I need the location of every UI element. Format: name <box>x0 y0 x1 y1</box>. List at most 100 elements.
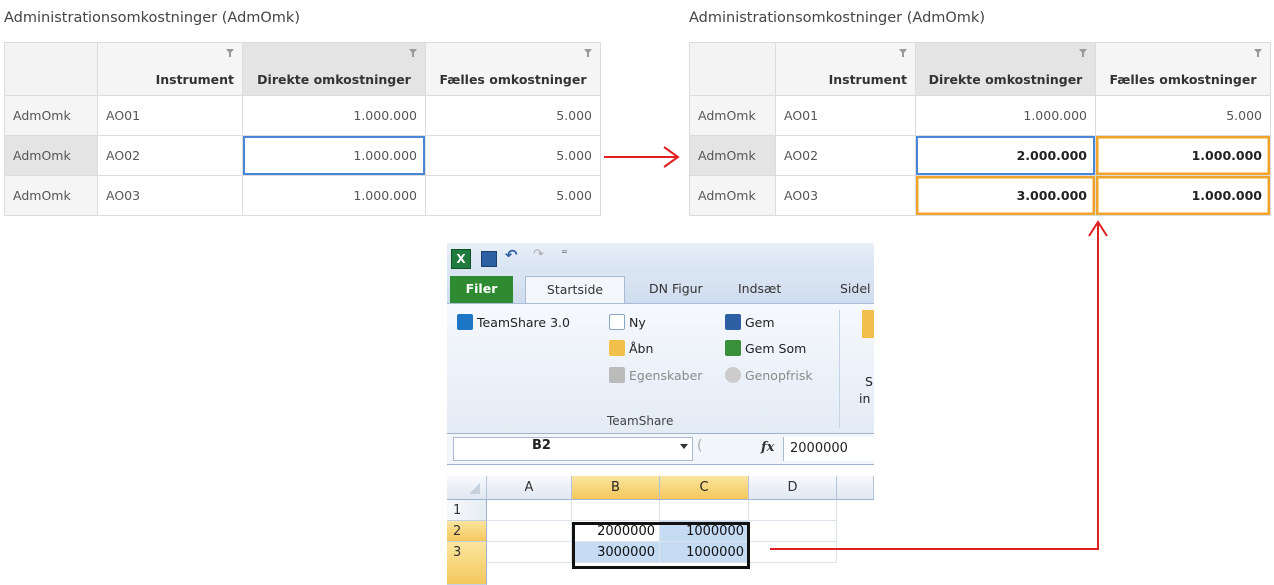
tab-indsaet[interactable]: Indsæt <box>738 281 781 296</box>
faelles-cell[interactable]: 5.000 <box>425 175 601 216</box>
filter-icon[interactable] <box>226 49 234 57</box>
formula-input[interactable]: 2000000 <box>783 437 874 461</box>
ny-label: Ny <box>629 315 646 330</box>
ribbon: TeamShare 3.0 Ny Gem Åbn Gem Som Egenska… <box>447 303 874 434</box>
cell-d3[interactable] <box>749 542 837 563</box>
instrument-cell[interactable]: AO03 <box>97 175 243 216</box>
before-panel-title: Administrationsomkostninger (AdmOmk) <box>4 10 300 26</box>
worksheet: A B C D 1 2 3 2000000 1000000 3000000 10… <box>447 465 874 585</box>
before-header-instrument[interactable]: Instrument <box>97 42 243 96</box>
direkte-cell[interactable]: 1.000.000 <box>242 175 426 216</box>
tab-filer[interactable]: Filer <box>450 276 513 303</box>
row-label: AdmOmk <box>689 135 776 176</box>
aabn-label: Åbn <box>629 341 654 356</box>
redo-icon[interactable]: ↷ <box>533 247 544 265</box>
properties-icon <box>609 367 625 383</box>
filter-icon[interactable] <box>584 49 592 57</box>
row-header-1[interactable]: 1 <box>447 500 487 521</box>
cell-b1[interactable] <box>572 500 660 521</box>
instrument-cell[interactable]: AO02 <box>775 135 916 176</box>
column-header-d[interactable]: D <box>749 476 837 500</box>
cell-a1[interactable] <box>487 500 572 521</box>
direkte-cell[interactable]: 1.000.000 <box>915 95 1096 136</box>
before-header-faelles[interactable]: Fælles omkostninger <box>425 42 601 96</box>
row-header-3[interactable]: 3 <box>447 542 487 585</box>
tab-startside[interactable]: Startside <box>525 276 625 303</box>
name-box[interactable] <box>453 437 693 461</box>
instrument-cell[interactable]: AO03 <box>775 175 916 216</box>
after-header-direkte[interactable]: Direkte omkostninger <box>915 42 1096 96</box>
ny-button[interactable]: Ny <box>609 314 646 330</box>
column-header-b[interactable]: B <box>572 476 660 500</box>
table-row: AdmOmk AO03 1.000.000 5.000 <box>4 175 601 216</box>
teamshare-label: TeamShare 3.0 <box>477 315 570 330</box>
cell-a3[interactable] <box>487 542 572 563</box>
save-icon <box>725 314 741 330</box>
genopfrisk-label: Genopfrisk <box>745 368 813 383</box>
faelles-cell[interactable]: 5.000 <box>1095 95 1271 136</box>
table-row: AdmOmk AO03 3.000.000 1.000.000 <box>689 175 1271 216</box>
row-label: AdmOmk <box>4 95 98 136</box>
aabn-button[interactable]: Åbn <box>609 340 653 356</box>
before-header-row: Instrument Direkte omkostninger Fælles o… <box>4 42 601 96</box>
undo-icon[interactable]: ↶ <box>505 246 518 264</box>
instrument-cell[interactable]: AO02 <box>97 135 243 176</box>
quick-access-toolbar: X ↶ ↷ ⁼ <box>447 243 874 273</box>
cut-off-ribbon-icon[interactable] <box>862 310 874 338</box>
faelles-cell[interactable]: 5.000 <box>425 95 601 136</box>
fx-icon[interactable]: fx <box>761 440 774 455</box>
faelles-cell-changed[interactable]: 1.000.000 <box>1095 175 1271 216</box>
cell-a2[interactable] <box>487 521 572 542</box>
direkte-cell-changed[interactable]: 3.000.000 <box>915 175 1096 216</box>
filter-icon[interactable] <box>1079 49 1087 57</box>
faelles-cell-changed[interactable]: 1.000.000 <box>1095 135 1271 176</box>
table-row: AdmOmk AO02 1.000.000 5.000 <box>4 135 601 176</box>
excel-logo-icon[interactable]: X <box>451 249 471 269</box>
save-as-icon <box>725 340 741 356</box>
filter-icon[interactable] <box>899 49 907 57</box>
after-corner-cell <box>689 42 776 96</box>
excel-window: X ↶ ↷ ⁼ Filer Startside DN Figur Indsæt … <box>447 243 874 585</box>
direkte-cell-selected[interactable]: 1.000.000 <box>242 135 426 176</box>
formula-bar: B2 ( fx 2000000 <box>447 433 874 465</box>
new-document-icon <box>609 314 625 330</box>
gem-button[interactable]: Gem <box>725 314 775 330</box>
select-all-corner[interactable] <box>447 476 487 500</box>
cell-c1[interactable] <box>660 500 749 521</box>
direkte-cell[interactable]: 1.000.000 <box>242 95 426 136</box>
column-header-a[interactable]: A <box>487 476 572 500</box>
gem-som-button[interactable]: Gem Som <box>725 340 806 356</box>
instrument-cell[interactable]: AO01 <box>97 95 243 136</box>
name-box-dropdown-icon[interactable] <box>680 444 688 449</box>
direkte-cell-selected[interactable]: 2.000.000 <box>915 135 1096 176</box>
filter-icon[interactable] <box>1254 49 1262 57</box>
instrument-cell[interactable]: AO01 <box>775 95 916 136</box>
tab-dn-figur[interactable]: DN Figur <box>649 281 703 296</box>
cut-off-label-1: S <box>865 374 873 389</box>
selection-range-box <box>572 522 750 569</box>
before-corner-cell <box>4 42 98 96</box>
genopfrisk-button[interactable]: Genopfrisk <box>725 367 813 383</box>
column-header-c[interactable]: C <box>660 476 749 500</box>
cell-d2[interactable] <box>749 521 837 542</box>
cell-d1[interactable] <box>749 500 837 521</box>
customize-toolbar-icon[interactable]: ⁼ <box>561 247 568 265</box>
filter-icon[interactable] <box>409 49 417 57</box>
teamshare-button[interactable]: TeamShare 3.0 <box>457 314 570 330</box>
after-header-faelles[interactable]: Fælles omkostninger <box>1095 42 1271 96</box>
column-header-e[interactable] <box>837 476 874 500</box>
before-grid: Instrument Direkte omkostninger Fælles o… <box>4 42 601 216</box>
egenskaber-button[interactable]: Egenskaber <box>609 367 702 383</box>
row-header-2[interactable]: 2 <box>447 521 487 542</box>
save-icon[interactable] <box>481 251 497 267</box>
ribbon-separator <box>839 310 840 428</box>
name-box-value: B2 <box>532 438 551 453</box>
cut-off-label-2: in <box>859 391 871 406</box>
tab-side[interactable]: Sidel <box>840 281 871 296</box>
row-label: AdmOmk <box>689 95 776 136</box>
formula-divider-icon: ( <box>697 438 703 454</box>
faelles-cell[interactable]: 5.000 <box>425 135 601 176</box>
before-header-direkte[interactable]: Direkte omkostninger <box>242 42 426 96</box>
ribbon-tabs: Filer Startside DN Figur Indsæt Sidel <box>447 273 874 303</box>
after-header-instrument[interactable]: Instrument <box>775 42 916 96</box>
